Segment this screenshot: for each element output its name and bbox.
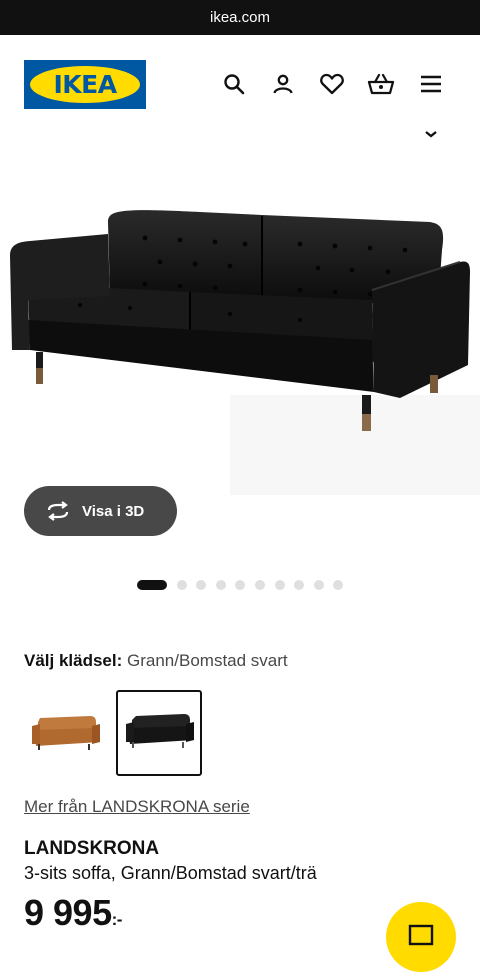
price-value: 9 995 — [24, 892, 112, 933]
product-name: LANDSKRONA — [24, 838, 160, 859]
chevron-down-icon[interactable] — [423, 128, 439, 140]
logo-text: IKEA — [53, 70, 117, 99]
product-image[interactable] — [0, 140, 480, 495]
view-in-3d-button[interactable]: Visa i 3D — [24, 486, 177, 536]
ikea-logo[interactable]: IKEA — [24, 60, 146, 109]
carousel-dot[interactable] — [215, 579, 226, 590]
menu-icon[interactable] — [417, 70, 445, 98]
chat-icon — [408, 924, 434, 946]
product-price: 9 995:- — [24, 892, 122, 934]
carousel-dot[interactable] — [313, 579, 324, 590]
logo-oval: IKEA — [30, 66, 140, 103]
basket-icon[interactable] — [367, 70, 395, 98]
upholstery-swatch-black-selected[interactable] — [116, 690, 202, 776]
search-icon[interactable] — [220, 70, 248, 98]
chat-button[interactable] — [386, 902, 456, 972]
carousel-dot[interactable] — [254, 579, 265, 590]
carousel-dot[interactable] — [235, 579, 246, 590]
url-text: ikea.com — [209, 9, 271, 26]
carousel-dot[interactable] — [274, 579, 285, 590]
carousel-indicator — [137, 579, 353, 590]
site-header: IKEA — [0, 35, 480, 133]
series-link[interactable]: Mer från LANDSKRONA serie — [24, 797, 250, 817]
upholstery-heading: Välj klädsel: — [24, 651, 123, 670]
carousel-dot[interactable] — [333, 579, 344, 590]
product-description: 3-sits soffa, Grann/Bomstad svart/trä — [24, 863, 317, 883]
carousel-dot[interactable] — [294, 579, 305, 590]
carousel-dot[interactable] — [137, 579, 167, 590]
view-in-3d-label: Visa i 3D — [82, 502, 145, 520]
carousel-dot[interactable] — [196, 579, 207, 590]
heart-icon[interactable] — [318, 70, 346, 98]
upholstery-value: Grann/Bomstad svart — [127, 651, 288, 670]
carousel-dot[interactable] — [176, 579, 187, 590]
rotate-3d-icon — [47, 501, 69, 521]
browser-url-bar[interactable]: ikea.com — [0, 0, 480, 35]
price-suffix: :- — [111, 910, 123, 929]
profile-icon[interactable] — [269, 70, 297, 98]
upholstery-swatch-brown[interactable] — [26, 700, 106, 766]
upholstery-selector-label: Välj klädsel: Grann/Bomstad svart — [24, 651, 288, 671]
